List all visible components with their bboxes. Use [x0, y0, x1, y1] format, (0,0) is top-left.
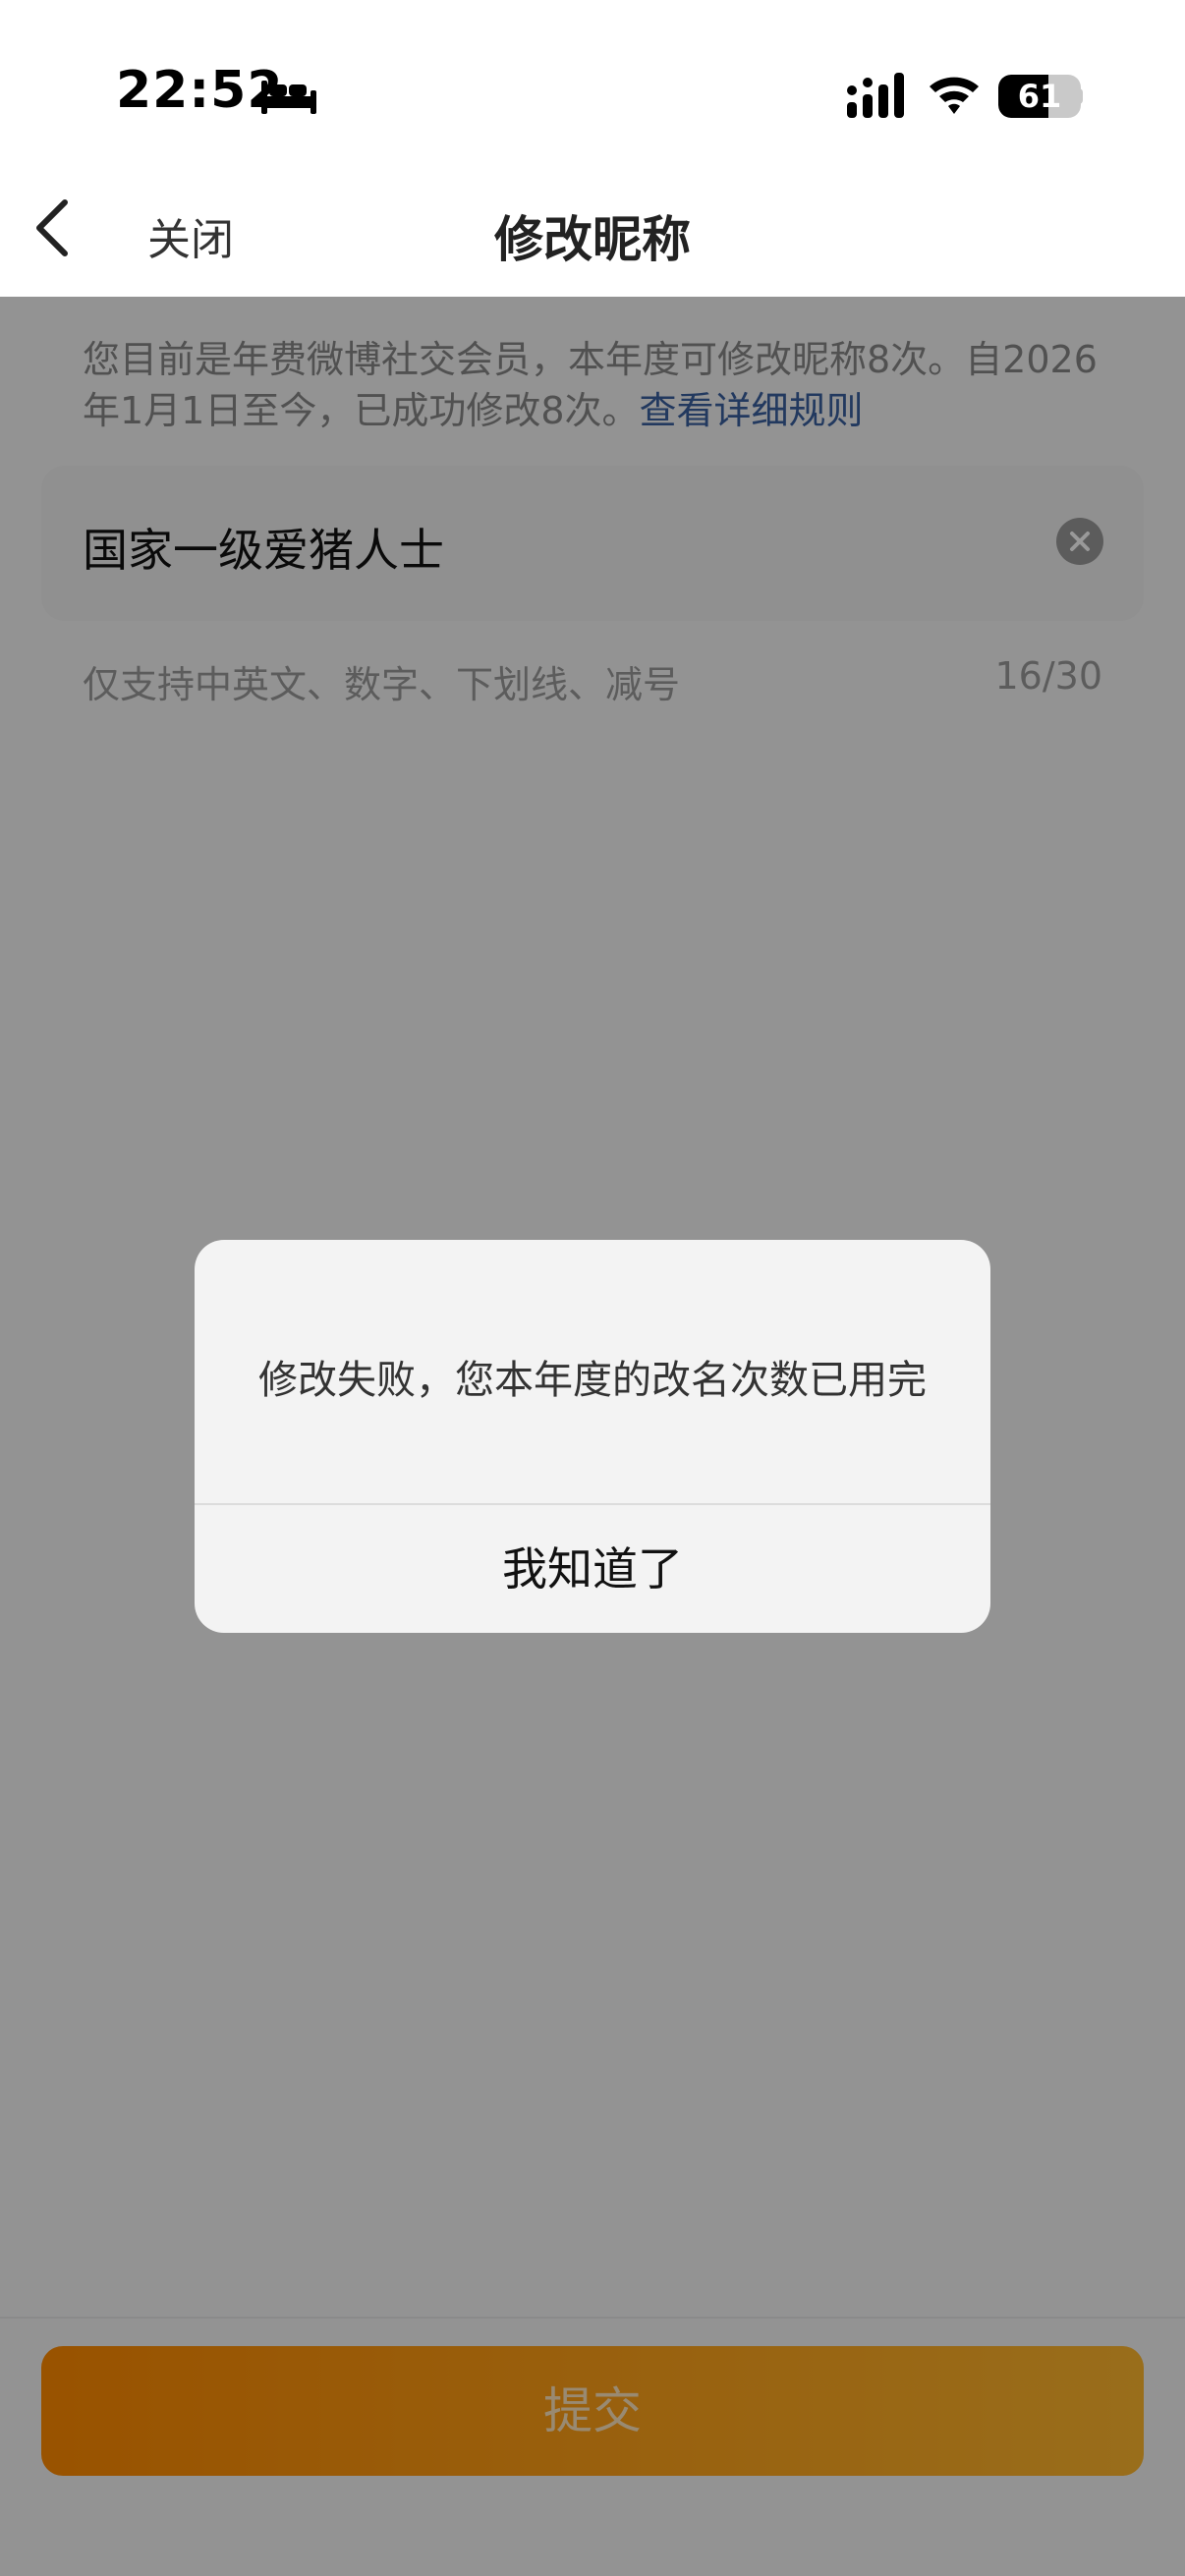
battery-cap: [1077, 88, 1083, 104]
status-time: 22:52: [116, 61, 284, 120]
signal-icon: [847, 73, 904, 118]
page-title: 修改昵称: [494, 211, 691, 268]
screen: 22:52 61 关闭 修改昵称 您目前是年费微博社交会员，本年度可修改昵称8次…: [0, 0, 1185, 2576]
battery-icon: 61: [998, 75, 1081, 118]
battery-level: 61: [1017, 78, 1062, 115]
alert-dialog: 修改失败，您本年度的改名次数已用完 我知道了: [195, 1240, 990, 1633]
nav-bar: 关闭 修改昵称: [0, 157, 1185, 297]
wifi-icon: [930, 77, 979, 114]
acknowledge-button[interactable]: 我知道了: [195, 1505, 990, 1633]
dialog-message: 修改失败，您本年度的改名次数已用完: [258, 1358, 927, 1403]
bed-icon: [261, 81, 316, 114]
status-bar: 22:52 61: [0, 0, 1185, 157]
